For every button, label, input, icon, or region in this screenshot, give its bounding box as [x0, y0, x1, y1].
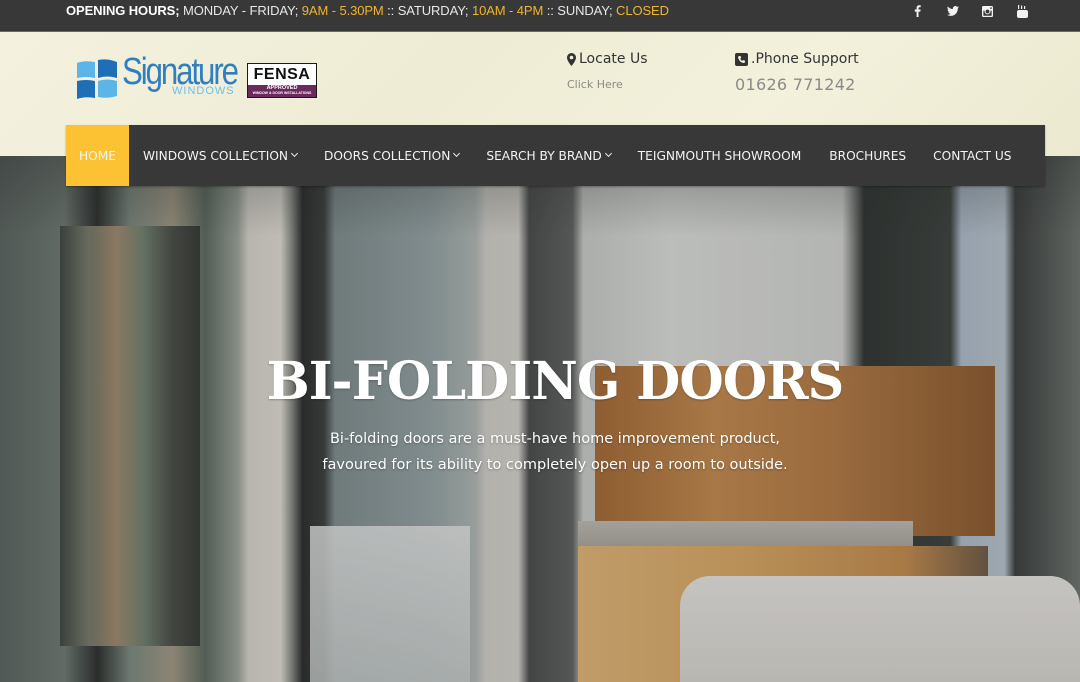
phone-icon: [735, 52, 748, 66]
signature-windows-logo[interactable]: Signature WINDOWS: [76, 53, 262, 101]
opening-hours: OPENING HOURS; MONDAY - FRIDAY; 9AM - 5.…: [66, 0, 669, 32]
hero-subtitle-line-1: Bi-folding doors are a must-have home im…: [329, 431, 781, 447]
hero-banner: BI-FOLDING DOORS Bi-folding doors are a …: [0, 156, 1080, 682]
nav-teignmouth-showroom[interactable]: TEIGNMOUTH SHOWROOM: [638, 125, 802, 186]
saturday-hours: 10AM - 4PM: [471, 3, 544, 18]
weekday-hours: 9AM - 5.30PM: [301, 3, 384, 18]
nav-contact-us[interactable]: CONTACT US: [933, 125, 1011, 186]
hero-subtitle: Bi-folding doors are a must-have home im…: [0, 426, 1080, 478]
sunday-hours: CLOSED: [616, 3, 669, 18]
chevron-down-icon: [453, 149, 461, 158]
youtube-icon[interactable]: [1005, 0, 1040, 22]
nav-search-by-brand[interactable]: SEARCH BY BRAND: [486, 125, 612, 186]
sunday-label: :: SUNDAY;: [543, 3, 617, 18]
chevron-down-icon: [291, 149, 299, 158]
weekday-label: MONDAY - FRIDAY;: [179, 3, 302, 18]
hero-subtitle-line-2: favoured for its ability to completely o…: [322, 457, 788, 473]
map-marker-icon: [567, 52, 576, 66]
top-bar: OPENING HOURS; MONDAY - FRIDAY; 9AM - 5.…: [0, 0, 1080, 32]
locate-us-title: Locate Us: [579, 51, 648, 67]
instagram-icon[interactable]: [970, 0, 1005, 22]
saturday-label: :: SATURDAY;: [383, 3, 472, 18]
chevron-down-icon: [604, 149, 612, 158]
phone-number[interactable]: 01626 771242: [735, 75, 859, 94]
social-links: [900, 0, 1040, 22]
nav-brochures[interactable]: BROCHURES: [829, 125, 906, 186]
phone-support: .Phone Support 01626 771242: [735, 51, 859, 94]
hero-title: BI-FOLDING DOORS: [266, 351, 845, 412]
nav-home[interactable]: HOME: [66, 125, 129, 186]
fensa-title: FENSA: [253, 66, 311, 83]
locate-us: Locate Us Click Here: [567, 51, 648, 91]
fensa-badge: FENSA APPROVED WINDOW & DOOR INSTALLATIO…: [247, 63, 317, 98]
nav-doors-collection[interactable]: DOORS COLLECTION: [324, 125, 461, 186]
main-navigation: HOME WINDOWS COLLECTION DOORS COLLECTION…: [66, 125, 1045, 186]
locate-us-link[interactable]: Click Here: [567, 78, 648, 91]
opening-hours-label: OPENING HOURS;: [66, 3, 180, 18]
nav-windows-collection[interactable]: WINDOWS COLLECTION: [143, 125, 299, 186]
facebook-icon[interactable]: [900, 0, 935, 22]
logo-sub-text: WINDOWS: [172, 85, 235, 97]
fensa-approved-sub: WINDOW & DOOR INSTALLATIONS: [252, 91, 312, 95]
twitter-icon[interactable]: [935, 0, 970, 22]
window-logo-icon: [77, 59, 117, 99]
phone-support-title: .Phone Support: [751, 51, 859, 67]
